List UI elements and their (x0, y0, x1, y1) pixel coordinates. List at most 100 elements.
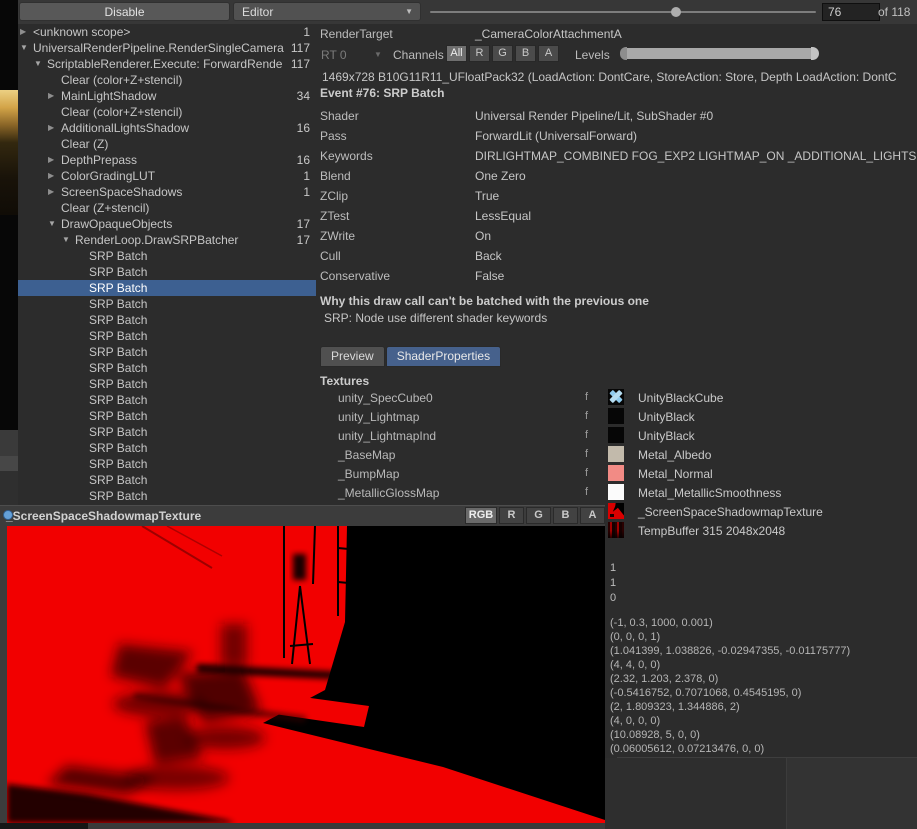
channel-button-r[interactable]: R (469, 45, 490, 62)
foldout-closed-icon[interactable]: ▶ (48, 184, 61, 200)
scene-gold-object (0, 90, 18, 215)
texture-property-name: _MetallicGlossMap (338, 486, 439, 500)
levels-min-handle[interactable] (620, 47, 627, 60)
texture-thumbnail-blackcube[interactable] (608, 389, 624, 405)
tree-item[interactable]: SRP Batch (18, 456, 316, 472)
texture-thumbnail-shadowmap[interactable] (608, 503, 624, 519)
tree-item[interactable]: Clear (color+Z+stencil) (18, 104, 316, 120)
tree-item[interactable]: SRP Batch (18, 248, 316, 264)
foldout-closed-icon[interactable]: ▶ (48, 120, 61, 136)
event-slider-handle[interactable] (671, 7, 681, 17)
tree-item[interactable]: ▼DrawOpaqueObjects17 (18, 216, 316, 232)
disable-button[interactable]: Disable (19, 2, 230, 21)
texture-flag: f (585, 429, 588, 441)
foldout-open-icon[interactable]: ▼ (20, 40, 33, 56)
tree-item-count: 1 (301, 184, 316, 200)
channel-button-a[interactable]: A (538, 45, 559, 62)
tree-item-label: SRP Batch (89, 440, 308, 456)
tree-item[interactable]: SRP Batch (18, 312, 316, 328)
tree-item[interactable]: SRP Batch (18, 440, 316, 456)
tree-item[interactable]: Clear (Z) (18, 136, 316, 152)
bottom-right-subpanel (787, 758, 917, 829)
preview-channel-button-rgb[interactable]: RGB (465, 507, 497, 524)
vector-value: (-0.5416752, 0.7071068, 0.4545195, 0) (610, 686, 850, 700)
texture-thumbnail-black[interactable] (608, 408, 624, 424)
batch-break-title: Why this draw call can't be batched with… (320, 294, 649, 308)
tree-item[interactable]: SRP Batch (18, 328, 316, 344)
tree-item[interactable]: ▶<unknown scope>1 (18, 24, 316, 40)
texture-row: unity_LightmapfUnityBlack (316, 408, 917, 427)
tree-item[interactable]: ▶ScreenSpaceShadows1 (18, 184, 316, 200)
foldout-open-icon[interactable]: ▼ (34, 56, 47, 72)
levels-max-handle[interactable] (811, 47, 819, 60)
preview-window-title[interactable]: _ScreenSpaceShadowmapTexture (0, 508, 201, 524)
tree-item-label: Clear (color+Z+stencil) (61, 72, 308, 88)
scene-panel (0, 456, 18, 471)
tree-item[interactable]: SRP Batch (18, 472, 316, 488)
event-slider-track[interactable] (430, 11, 816, 13)
preview-channel-button-a[interactable]: A (580, 507, 605, 524)
tree-item[interactable]: SRP Batch (18, 408, 316, 424)
tree-item[interactable]: ▼ScriptableRenderer.Execute: ForwardRend… (18, 56, 316, 72)
tree-item[interactable]: ▶MainLightShadow34 (18, 88, 316, 104)
foldout-open-icon[interactable]: ▼ (48, 216, 61, 232)
texture-thumbnail-black[interactable] (608, 427, 624, 443)
tree-item[interactable]: ▶ColorGradingLUT1 (18, 168, 316, 184)
preview-window-edge (88, 823, 605, 829)
tree-item[interactable]: SRP Batch (18, 264, 316, 280)
texture-thumbnail-albedo[interactable] (608, 446, 624, 462)
texture-row: _BumpMapfMetal_Normal (316, 465, 917, 484)
rt-dropdown[interactable]: RT 0 (321, 48, 347, 62)
tree-item[interactable]: ▶AdditionalLightsShadow16 (18, 120, 316, 136)
tab-preview[interactable]: Preview (320, 346, 385, 367)
scene-panel (0, 430, 18, 456)
event-number-input[interactable] (822, 3, 880, 21)
target-dropdown[interactable]: Editor ▼ (233, 2, 421, 21)
tree-item[interactable]: ▼UniversalRenderPipeline.RenderSingleCam… (18, 40, 316, 56)
foldout-closed-icon[interactable]: ▶ (48, 88, 61, 104)
tree-item-count: 117 (289, 40, 316, 56)
chevron-down-icon: ▼ (405, 3, 413, 21)
shader-property-row: KeywordsDIRLIGHTMAP_COMBINED FOG_EXP2 LI… (316, 146, 917, 166)
texture-thumbnail-tempbuffer[interactable] (608, 522, 624, 538)
texture-preview-window: _ScreenSpaceShadowmapTexture RGBRGBA (0, 505, 605, 829)
shadowmap-render (7, 526, 605, 823)
channel-button-all[interactable]: All (446, 45, 467, 62)
shader-property-label: Pass (320, 126, 347, 146)
shader-property-value: DIRLIGHTMAP_COMBINED FOG_EXP2 LIGHTMAP_O… (475, 146, 917, 166)
channel-button-b[interactable]: B (515, 45, 536, 62)
detail-tabs: PreviewShaderProperties (320, 346, 502, 367)
preview-channel-button-g[interactable]: G (526, 507, 551, 524)
tree-item[interactable]: SRP Batch (18, 488, 316, 504)
vector-value: (10.08928, 5, 0, 0) (610, 728, 850, 742)
tree-item[interactable]: SRP Batch (18, 360, 316, 376)
tree-item-label: AdditionalLightsShadow (61, 120, 295, 136)
foldout-closed-icon[interactable]: ▶ (48, 168, 61, 184)
tree-item[interactable]: SRP Batch (18, 376, 316, 392)
channel-button-g[interactable]: G (492, 45, 513, 62)
foldout-closed-icon[interactable]: ▶ (48, 152, 61, 168)
texture-thumbnail-metallic[interactable] (608, 484, 624, 500)
texture-property-name: unity_Lightmap (338, 410, 419, 424)
texture-thumbnail-normal[interactable] (608, 465, 624, 481)
tree-item[interactable]: SRP Batch (18, 392, 316, 408)
vector-value: (1.041399, 1.038826, -0.02947355, -0.011… (610, 644, 850, 658)
texture-row: _MetallicGlossMapfMetal_MetallicSmoothne… (316, 484, 917, 503)
levels-range-slider[interactable] (620, 47, 820, 60)
foldout-open-icon[interactable]: ▼ (62, 232, 75, 248)
tree-item[interactable]: ▼RenderLoop.DrawSRPBatcher17 (18, 232, 316, 248)
texture-row: unity_LightmapIndfUnityBlack (316, 427, 917, 446)
preview-channel-button-r[interactable]: R (499, 507, 524, 524)
tree-item[interactable]: ▶DepthPrepass16 (18, 152, 316, 168)
foldout-closed-icon[interactable]: ▶ (20, 24, 33, 40)
tree-item[interactable]: SRP Batch (18, 296, 316, 312)
tree-item[interactable]: Clear (Z+stencil) (18, 200, 316, 216)
preview-channel-button-b[interactable]: B (553, 507, 578, 524)
tree-item[interactable]: SRP Batch (18, 424, 316, 440)
tab-shaderproperties[interactable]: ShaderProperties (386, 346, 501, 367)
shader-property-value: Back (475, 246, 502, 266)
tree-item[interactable]: SRP Batch (18, 280, 316, 296)
float-value: 0 (610, 591, 616, 606)
tree-item[interactable]: Clear (color+Z+stencil) (18, 72, 316, 88)
tree-item[interactable]: SRP Batch (18, 344, 316, 360)
